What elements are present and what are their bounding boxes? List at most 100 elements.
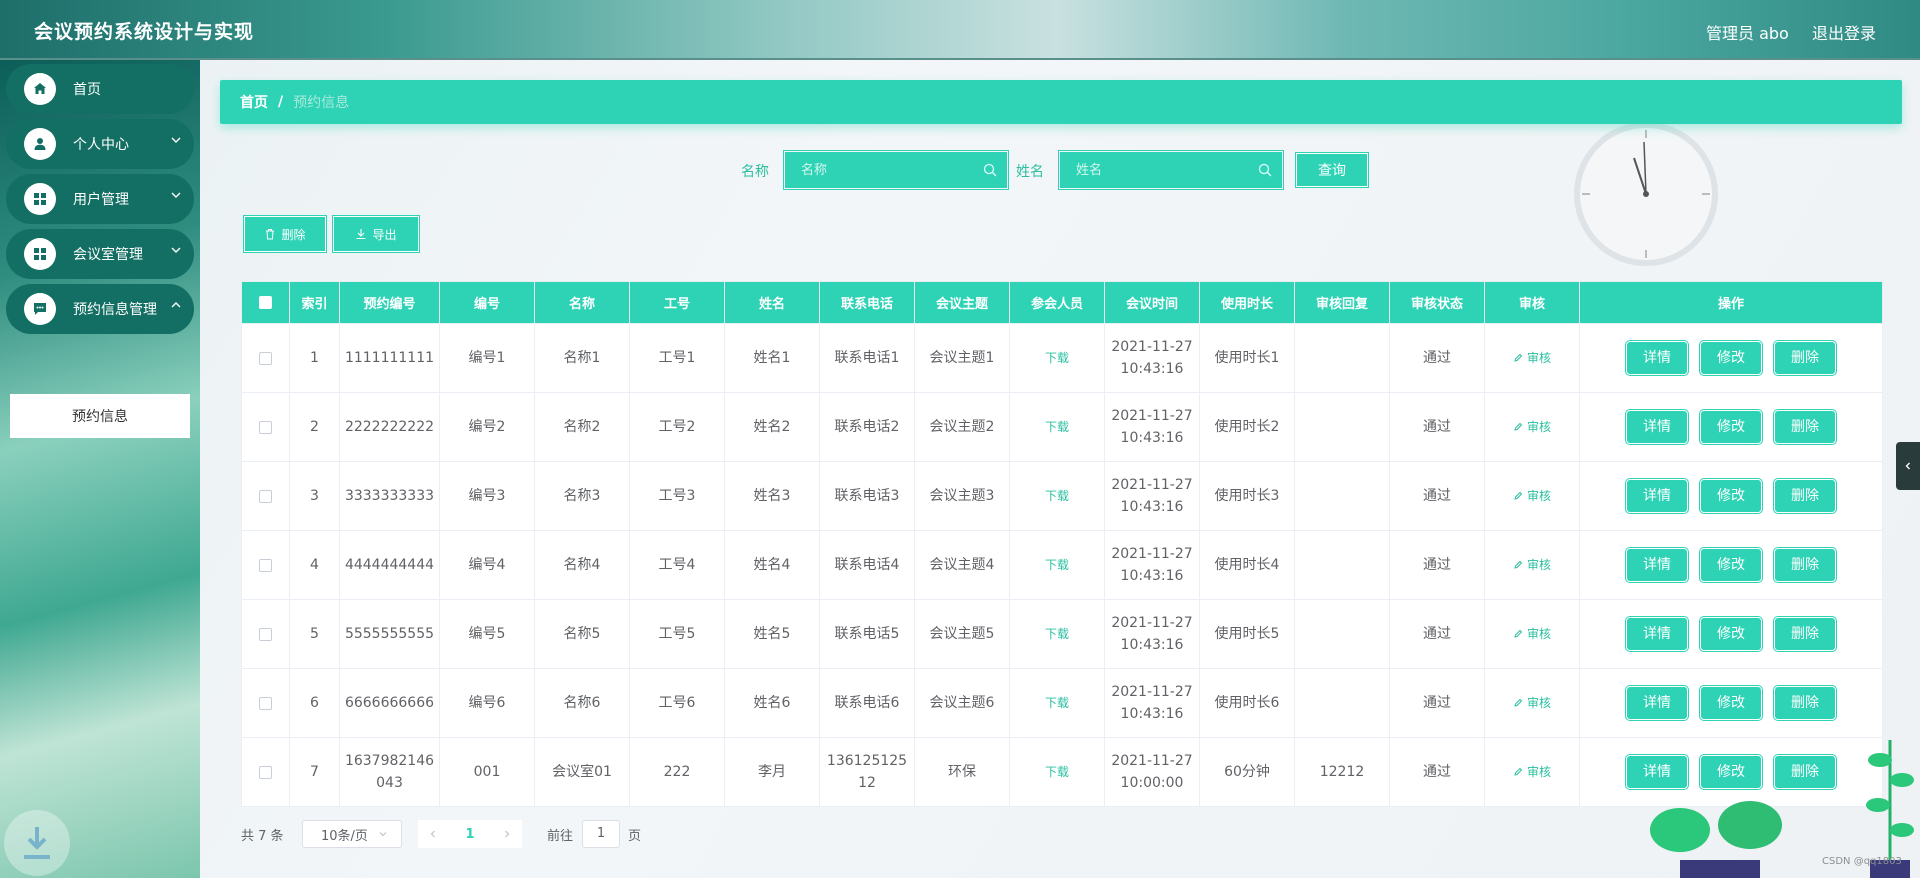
audit-label: 审核: [1526, 419, 1551, 434]
trash-icon: [266, 229, 275, 240]
audit-link[interactable]: 审核: [1513, 623, 1551, 645]
sidebar-item-label: 会议室管理: [73, 247, 143, 263]
table-cell: 编号5: [439, 599, 535, 669]
download-link[interactable]: 下载: [1045, 489, 1069, 503]
row-checkbox[interactable]: [259, 558, 272, 572]
download-link[interactable]: 下载: [1045, 420, 1069, 434]
breadcrumb-home[interactable]: 首页: [240, 92, 268, 112]
audit-link[interactable]: 审核: [1513, 347, 1551, 369]
delete-button[interactable]: 删除: [1774, 686, 1836, 720]
row-checkbox[interactable]: [259, 627, 272, 641]
edit-button[interactable]: 修改: [1700, 617, 1762, 651]
submenu-item-booking-info[interactable]: 预约信息: [10, 394, 190, 438]
plant-decoration: [1866, 740, 1914, 878]
select-cell: [241, 392, 290, 462]
edit-icon: [1514, 629, 1523, 638]
edit-button[interactable]: 修改: [1700, 686, 1762, 720]
delete-button[interactable]: 删除: [1774, 755, 1836, 789]
table-cell: 编号3: [439, 461, 535, 531]
current-page-number[interactable]: 1: [465, 827, 474, 842]
download-widget[interactable]: [4, 810, 70, 876]
table-cell: 联系电话6: [819, 668, 915, 738]
sidebar-item-room-management[interactable]: 会议室管理: [6, 229, 194, 279]
edit-button[interactable]: 修改: [1700, 479, 1762, 513]
goto-page-input[interactable]: 1: [582, 820, 620, 848]
actions-cell: 详情 修改 删除: [1579, 392, 1883, 462]
detail-button[interactable]: 详情: [1626, 479, 1688, 513]
select-all-cell: [241, 281, 290, 324]
export-button[interactable]: 导出: [332, 215, 420, 253]
detail-button[interactable]: 详情: [1626, 341, 1688, 375]
table-cell: 2021-11-27 10:43:16: [1104, 668, 1200, 738]
query-button[interactable]: 查询: [1295, 152, 1369, 188]
edit-button[interactable]: 修改: [1700, 755, 1762, 789]
select-cell: [241, 323, 290, 393]
name-search-label: 名称: [741, 164, 769, 180]
audit-link[interactable]: 审核: [1513, 416, 1551, 438]
detail-button[interactable]: 详情: [1626, 617, 1688, 651]
table-cell: 编号4: [439, 530, 535, 600]
table-cell: 李月: [724, 737, 820, 807]
sidebar-item-user-management[interactable]: 用户管理: [6, 174, 194, 224]
delete-button[interactable]: 删除: [1774, 479, 1836, 513]
delete-button[interactable]: 删除: [1774, 410, 1836, 444]
delete-button[interactable]: 删除: [1774, 617, 1836, 651]
table-cell: 联系电话2: [819, 392, 915, 462]
audit-label: 审核: [1526, 557, 1551, 572]
table-cell: 下载: [1009, 599, 1105, 669]
sidebar-item-home[interactable]: 首页: [6, 64, 194, 114]
table-cell: 使用时长2: [1199, 392, 1295, 462]
download-link[interactable]: 下载: [1045, 696, 1069, 710]
table-cell: 工号1: [629, 323, 725, 393]
detail-button[interactable]: 详情: [1626, 548, 1688, 582]
detail-button[interactable]: 详情: [1626, 755, 1688, 789]
edit-button[interactable]: 修改: [1700, 410, 1762, 444]
edit-button[interactable]: 修改: [1700, 548, 1762, 582]
delete-button[interactable]: 删除: [1774, 548, 1836, 582]
table-cell: 1637982146043: [339, 737, 440, 807]
audit-link[interactable]: 审核: [1513, 485, 1551, 507]
delete-button[interactable]: 删除: [1774, 341, 1836, 375]
column-header: 审核: [1484, 281, 1580, 324]
row-checkbox[interactable]: [259, 351, 272, 365]
next-page-icon[interactable]: [502, 829, 512, 839]
table-cell: 审核: [1484, 530, 1580, 600]
table-cell: 使用时长4: [1199, 530, 1295, 600]
row-checkbox[interactable]: [259, 489, 272, 503]
table-cell: 名称3: [534, 461, 630, 531]
table-cell: 名称5: [534, 599, 630, 669]
download-link[interactable]: 下载: [1045, 765, 1069, 779]
audit-link[interactable]: 审核: [1513, 692, 1551, 714]
actions-cell: 详情 修改 删除: [1579, 599, 1883, 669]
sidebar-item-personal-center[interactable]: 个人中心: [6, 119, 194, 169]
logout-link[interactable]: 退出登录: [1812, 20, 1876, 44]
column-header: 操作: [1579, 281, 1883, 324]
table-cell: 审核: [1484, 461, 1580, 531]
page-size-select[interactable]: 10条/页: [302, 820, 402, 848]
detail-button[interactable]: 详情: [1626, 410, 1688, 444]
table-cell: 7: [289, 737, 340, 807]
row-checkbox[interactable]: [259, 420, 272, 434]
audit-link[interactable]: 审核: [1513, 554, 1551, 576]
download-link[interactable]: 下载: [1045, 627, 1069, 641]
download-link[interactable]: 下载: [1045, 558, 1069, 572]
table-cell: 下载: [1009, 530, 1105, 600]
table-cell: 通过: [1389, 599, 1485, 669]
prev-page-icon[interactable]: [428, 829, 438, 839]
batch-delete-button[interactable]: 删除: [243, 215, 327, 253]
table-cell: 1: [289, 323, 340, 393]
edit-button[interactable]: 修改: [1700, 341, 1762, 375]
audit-link[interactable]: 审核: [1513, 761, 1551, 783]
name-search-input[interactable]: [787, 154, 1005, 186]
side-collapse-tab[interactable]: [1896, 442, 1920, 490]
detail-button[interactable]: 详情: [1626, 686, 1688, 720]
row-checkbox[interactable]: [259, 696, 272, 710]
table-cell: 13612512512: [819, 737, 915, 807]
sidebar-item-booking-management[interactable]: 预约信息管理: [6, 284, 194, 334]
download-link[interactable]: 下载: [1045, 351, 1069, 365]
person-search-input[interactable]: [1062, 154, 1280, 186]
row-checkbox[interactable]: [259, 765, 272, 779]
current-user: 管理员 abo: [1706, 24, 1789, 43]
select-all-checkbox[interactable]: [259, 296, 272, 309]
audit-label: 审核: [1526, 695, 1551, 710]
